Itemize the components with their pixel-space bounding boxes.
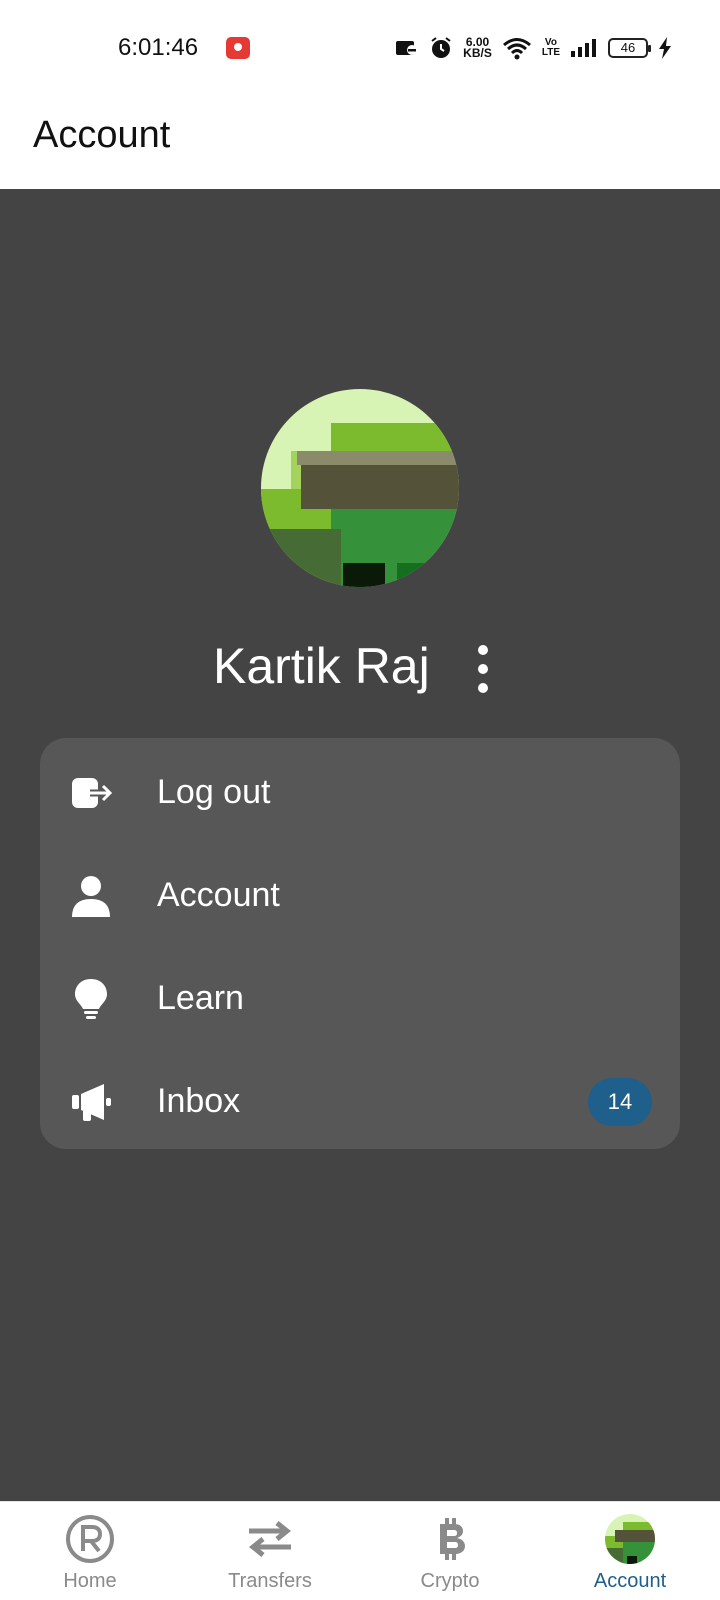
battery-icon: 46 <box>608 38 651 58</box>
volte-indicator: Vo LTE <box>542 38 560 58</box>
signal-icon <box>571 39 596 57</box>
profile-name: Kartik Raj <box>213 638 430 694</box>
nav-label: Account <box>593 1570 667 1592</box>
status-time: 6:01:46 <box>118 34 199 61</box>
nav-crypto[interactable]: Crypto <box>360 1502 540 1600</box>
transfer-arrows-icon <box>248 1521 292 1557</box>
menu-item-label: Log out <box>157 773 271 811</box>
card-icon <box>396 41 418 55</box>
app-bar: Account <box>0 96 720 189</box>
menu-item-account[interactable]: Account <box>40 844 680 946</box>
menu-item-inbox[interactable]: Inbox 14 <box>40 1050 680 1152</box>
bottom-navigation: Home Transfers Crypto Account <box>0 1501 720 1600</box>
nav-label: Transfers <box>228 1570 312 1592</box>
network-speed: 6.00 KB/S <box>463 36 492 60</box>
volte-bottom: LTE <box>541 47 560 58</box>
inbox-count-badge: 14 <box>588 1078 652 1126</box>
logout-icon <box>72 778 112 808</box>
menu-item-learn[interactable]: Learn <box>40 947 680 1049</box>
more-options-icon[interactable] <box>470 645 496 693</box>
net-speed-unit: KB/S <box>463 46 492 60</box>
avatar[interactable] <box>261 389 459 587</box>
account-screen: Kartik Raj Log out Account Learn Inbox 1… <box>0 189 720 1501</box>
menu-item-label: Inbox <box>157 1082 241 1120</box>
account-menu: Log out Account Learn Inbox 14 <box>40 738 680 1149</box>
lightbulb-icon <box>75 979 107 1019</box>
nav-home[interactable]: Home <box>0 1502 180 1600</box>
status-icons: 6.00 KB/S Vo LTE 46 <box>395 34 672 62</box>
page-title: Account <box>33 114 171 156</box>
status-bar: 6:01:46 6.00 KB/S Vo LTE 46 <box>0 0 720 96</box>
nav-transfers[interactable]: Transfers <box>180 1502 360 1600</box>
megaphone-icon <box>72 1084 111 1121</box>
charging-icon <box>659 37 671 59</box>
menu-item-logout[interactable]: Log out <box>40 741 680 843</box>
menu-item-label: Learn <box>157 979 244 1017</box>
screen-record-icon <box>226 37 250 59</box>
bitcoin-icon <box>440 1518 465 1560</box>
wifi-icon <box>502 38 531 60</box>
nav-label: Crypto <box>420 1570 480 1592</box>
nav-account[interactable]: Account <box>540 1502 720 1600</box>
nav-label: Home <box>63 1570 117 1592</box>
avatar-icon <box>605 1514 655 1564</box>
person-icon <box>72 876 110 917</box>
alarm-icon <box>431 37 451 58</box>
registered-icon <box>66 1515 114 1563</box>
menu-item-label: Account <box>157 876 280 914</box>
